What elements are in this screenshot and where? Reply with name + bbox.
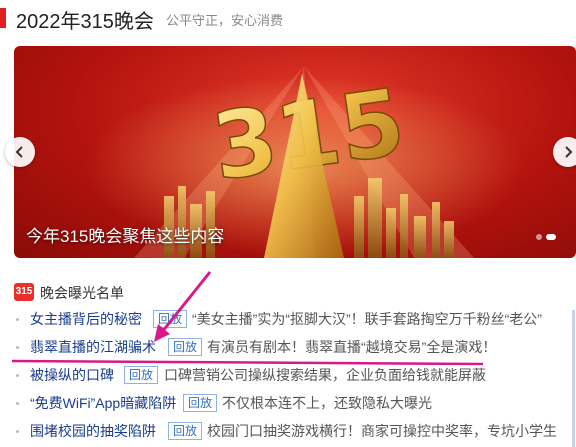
news-title[interactable]: “免费WiFi”App暗藏陷阱 [30, 392, 176, 414]
page-title: 2022年315晚会 [16, 11, 154, 33]
news-desc[interactable]: 有演员有剧本！翡翠直播“越境交易”全是演戏！ [207, 336, 496, 358]
list-item[interactable]: “免费WiFi”App暗藏陷阱 回放 不仅根本连不上，还致隐私大曝光 [16, 392, 576, 414]
bullet-icon [16, 430, 19, 433]
carousel-next-button[interactable] [553, 137, 576, 167]
annotation-arrow-icon [154, 271, 212, 342]
list-item[interactable]: 围堵校园的抽奖陷阱 回放 校园门口抽奖游戏横行！商家可操控中奖率，专坑小学生 [16, 420, 576, 442]
banner-carousel[interactable]: 315 今年315晚会聚焦这些内容 [14, 46, 576, 258]
page-subtitle: 公平守正，安心消费 [166, 13, 284, 28]
replay-button[interactable]: 回放 [168, 338, 203, 356]
section-title: 晚会曝光名单 [40, 285, 124, 301]
replay-button[interactable]: 回放 [183, 394, 218, 412]
news-title[interactable]: 女主播背后的秘密 [30, 308, 142, 330]
replay-button[interactable]: 回放 [124, 366, 159, 384]
carousel-dot-active[interactable] [546, 234, 556, 240]
bullet-icon [16, 346, 19, 349]
bullet-icon [16, 374, 19, 377]
title-accent-bar [0, 8, 6, 28]
news-desc[interactable]: 口碑营销公司操纵搜索结果，企业负面给钱就能屏蔽 [164, 364, 486, 386]
news-desc[interactable]: “美女主播”实为“抠脚大汉”！联手套路掏空万千粉丝“老公” [192, 308, 542, 330]
carousel-prev-button[interactable] [5, 137, 35, 167]
replay-button[interactable]: 回放 [168, 422, 203, 440]
bullet-icon [16, 402, 19, 405]
list-item[interactable]: 女主播背后的秘密 回放 “美女主播”实为“抠脚大汉”！联手套路掏空万千粉丝“老公… [16, 308, 576, 330]
page-header: 2022年315晚会 公平守正，安心消费 [0, 0, 576, 34]
news-title[interactable]: 被操纵的口碑 [30, 364, 114, 386]
news-desc[interactable]: 不仅根本连不上，还致隐私大曝光 [222, 392, 432, 414]
carousel-dot[interactable] [536, 234, 542, 240]
list-scrollbar[interactable] [572, 310, 575, 447]
badge-315: 315 [14, 283, 34, 301]
chevron-left-icon [15, 146, 23, 158]
list-item[interactable]: 被操纵的口碑 回放 口碑营销公司操纵搜索结果，企业负面给钱就能屏蔽 [16, 364, 576, 386]
news-desc[interactable]: 校园门口抽奖游戏横行！商家可操控中奖率，专坑小学生 [207, 420, 557, 442]
list-item[interactable]: 翡翠直播的江湖骗术 回放 有演员有剧本！翡翠直播“越境交易”全是演戏！ [16, 336, 576, 358]
bullet-icon [16, 318, 19, 321]
news-title[interactable]: 围堵校园的抽奖陷阱 [30, 420, 156, 442]
banner-caption[interactable]: 今年315晚会聚焦这些内容 [26, 222, 224, 247]
news-title[interactable]: 翡翠直播的江湖骗术 [30, 336, 156, 358]
replay-button[interactable]: 回放 [153, 310, 188, 328]
chevron-right-icon [565, 146, 573, 158]
